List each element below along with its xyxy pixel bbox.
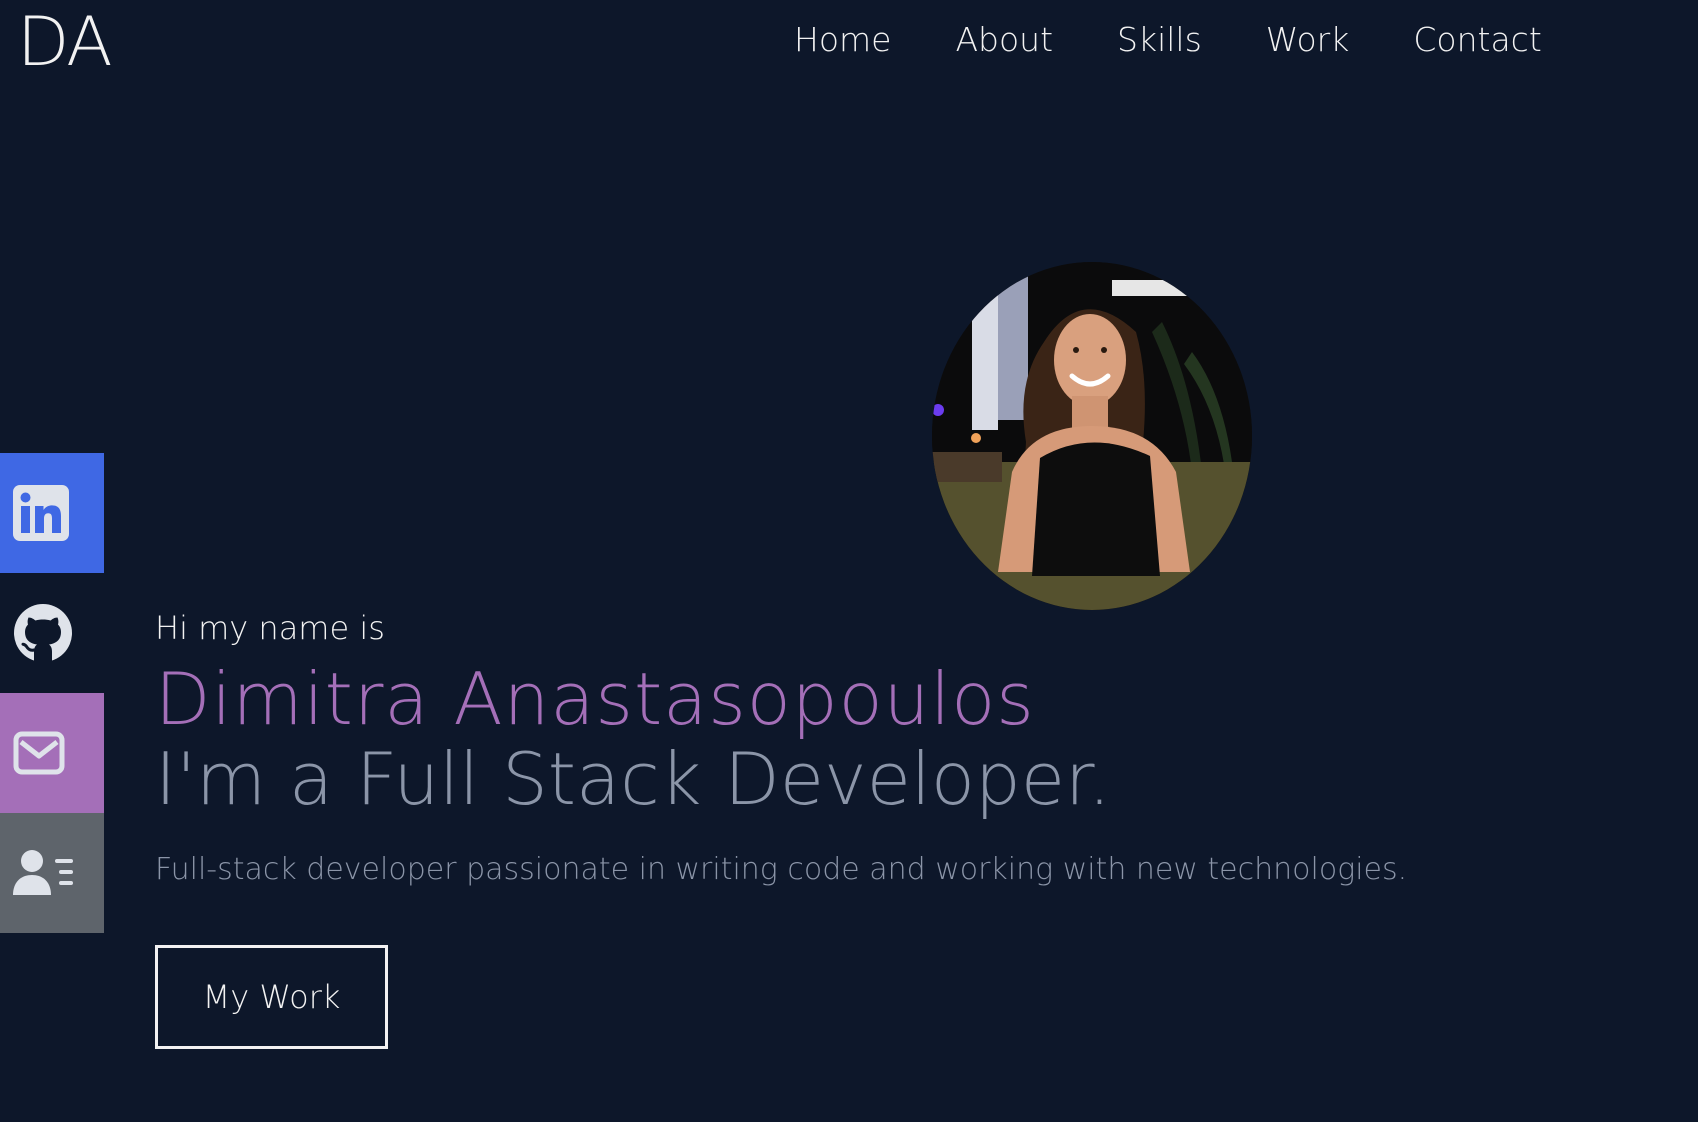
- nav-home[interactable]: Home: [794, 20, 891, 60]
- mail-link[interactable]: [0, 693, 104, 813]
- nav-about[interactable]: About: [955, 20, 1053, 60]
- nav-contact[interactable]: Contact: [1413, 20, 1541, 60]
- mail-icon: [13, 731, 65, 775]
- resume-link[interactable]: [0, 813, 104, 933]
- social-sidebar: [0, 453, 104, 933]
- github-link[interactable]: [0, 573, 104, 693]
- nav-skills[interactable]: Skills: [1117, 20, 1202, 60]
- profile-photo: [932, 262, 1252, 610]
- linkedin-icon: [13, 485, 69, 541]
- github-icon: [14, 604, 72, 662]
- linkedin-link[interactable]: [0, 453, 104, 573]
- hero-role: I'm a Full Stack Developer.: [155, 737, 1111, 821]
- my-work-button[interactable]: My Work: [155, 945, 388, 1049]
- nav-work[interactable]: Work: [1266, 20, 1350, 60]
- main-nav: Home About Skills Work Contact: [794, 20, 1606, 60]
- hero-name: Dimitra Anastasopoulos: [155, 657, 1035, 741]
- greeting-text: Hi my name is: [155, 609, 385, 647]
- resume-icon: [13, 850, 73, 895]
- site-logo[interactable]: DA: [17, 3, 113, 82]
- hero-description: Full-stack developer passionate in writi…: [155, 852, 1408, 887]
